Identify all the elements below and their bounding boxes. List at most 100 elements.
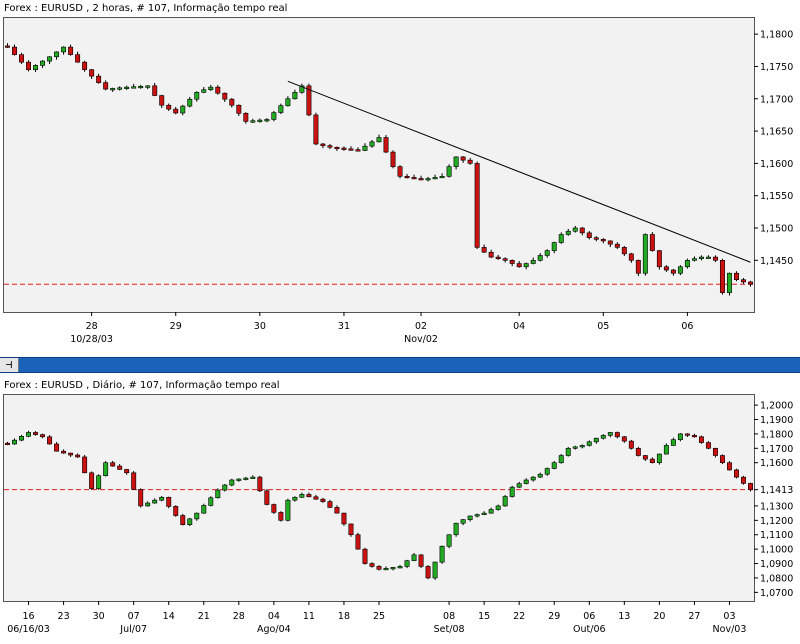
hourly-candle[interactable] — [446, 164, 452, 178]
hourly-candle[interactable] — [481, 244, 487, 253]
hourly-candle[interactable] — [236, 104, 242, 116]
hourly-candle[interactable] — [614, 242, 620, 249]
hourly-candle[interactable] — [362, 143, 368, 152]
pane-divider[interactable]: ⊣ — [0, 357, 800, 373]
hourly-candle[interactable] — [187, 96, 193, 108]
hourly-candle[interactable] — [726, 272, 732, 296]
hourly-candle[interactable] — [621, 246, 627, 257]
hourly-candle[interactable] — [565, 228, 571, 236]
hourly-candle[interactable] — [719, 258, 725, 295]
hourly-candle[interactable] — [488, 249, 494, 259]
hourly-candle[interactable] — [19, 52, 24, 64]
hourly-candle[interactable] — [544, 249, 550, 258]
hourly-candle[interactable] — [131, 83, 137, 89]
hourly-candle[interactable] — [327, 144, 333, 150]
hourly-candle[interactable] — [68, 44, 74, 56]
hourly-candle[interactable] — [222, 92, 228, 103]
hourly-candle[interactable] — [530, 257, 536, 265]
hourly-candle[interactable] — [551, 241, 557, 254]
hourly-candle[interactable] — [299, 83, 305, 94]
hourly-candle[interactable] — [348, 146, 354, 151]
hourly-candle[interactable] — [138, 84, 144, 89]
hourly-candle[interactable] — [103, 80, 109, 91]
hourly-candle[interactable] — [558, 232, 564, 244]
hourly-candle[interactable] — [285, 96, 291, 107]
hourly-candle[interactable] — [397, 165, 403, 179]
hourly-candle[interactable] — [75, 51, 81, 63]
hourly-candle[interactable] — [572, 225, 578, 233]
hourly-candlestick-chart[interactable]: 1,1800 1,1750 1,1700 1,1650 1,1600 1,1550 1,15… — [0, 0, 800, 357]
hourly-candle[interactable] — [271, 110, 277, 122]
hourly-candle[interactable] — [628, 252, 634, 263]
hourly-candle[interactable] — [670, 268, 676, 276]
hourly-candle[interactable] — [684, 258, 690, 269]
hourly-candle[interactable] — [334, 146, 340, 151]
hourly-candle[interactable] — [26, 60, 32, 72]
hourly-candle[interactable] — [264, 118, 270, 123]
hourly-candle[interactable] — [523, 262, 529, 270]
hourly-candle[interactable] — [474, 161, 480, 250]
hourly-candle[interactable] — [656, 249, 662, 270]
hourly-candle[interactable] — [705, 255, 711, 259]
hourly-candle[interactable] — [691, 256, 697, 262]
hourly-candle[interactable] — [250, 118, 256, 123]
hourly-candle[interactable] — [278, 103, 284, 115]
hourly-candle[interactable] — [460, 156, 466, 163]
hourly-candle[interactable] — [47, 56, 53, 65]
hourly-candle[interactable] — [712, 255, 718, 263]
hourly-candle[interactable] — [404, 173, 410, 179]
hourly-trendline[interactable] — [287, 80, 751, 263]
hourly-candle[interactable] — [124, 85, 130, 90]
hourly-candle[interactable] — [600, 238, 606, 244]
hourly-candle[interactable] — [663, 265, 669, 272]
hourly-candle[interactable] — [537, 253, 543, 262]
hourly-candle[interactable] — [586, 231, 592, 240]
hourly-candle[interactable] — [467, 158, 473, 165]
hourly-candle[interactable] — [432, 174, 438, 180]
hourly-candle[interactable] — [677, 265, 683, 276]
hourly-candle[interactable] — [145, 85, 151, 90]
hourly-candle[interactable] — [509, 259, 515, 267]
hourly-candle[interactable] — [159, 94, 165, 109]
hourly-candle[interactable] — [369, 139, 375, 148]
bottom-plot-area[interactable] — [3, 394, 755, 602]
hourly-candle[interactable] — [33, 64, 39, 73]
hourly-candle[interactable] — [173, 106, 179, 115]
hourly-candle[interactable] — [229, 97, 235, 108]
hourly-candle[interactable] — [418, 175, 424, 181]
hourly-candle[interactable] — [89, 68, 95, 79]
hourly-candle[interactable] — [54, 51, 60, 60]
hourly-candle[interactable] — [383, 135, 389, 154]
hourly-candle[interactable] — [579, 226, 585, 236]
hourly-candle[interactable] — [215, 85, 221, 95]
hourly-candle[interactable] — [194, 91, 200, 102]
hourly-candle[interactable] — [313, 112, 319, 146]
hourly-candle[interactable] — [61, 46, 67, 55]
hourly-candle[interactable] — [341, 146, 347, 151]
hourly-candle[interactable] — [82, 60, 88, 72]
hourly-candle[interactable] — [40, 60, 46, 68]
hourly-candle[interactable] — [208, 84, 214, 92]
hourly-candle[interactable] — [607, 240, 613, 248]
hourly-candle[interactable] — [698, 255, 704, 261]
hourly-candle[interactable] — [741, 278, 746, 284]
hourly-candle[interactable] — [642, 233, 648, 276]
hourly-candle[interactable] — [243, 112, 249, 124]
hourly-candle[interactable] — [166, 103, 172, 111]
hourly-candle[interactable] — [180, 104, 186, 116]
hourly-candle[interactable] — [390, 150, 396, 169]
hourly-candle[interactable] — [649, 232, 655, 252]
hourly-candle[interactable] — [292, 89, 298, 100]
hourly-candle[interactable] — [593, 236, 599, 242]
hourly-candle[interactable] — [453, 156, 459, 170]
hourly-candle[interactable] — [152, 82, 158, 97]
hourly-candle[interactable] — [96, 73, 102, 84]
hourly-candle[interactable] — [425, 176, 431, 182]
hourly-candle[interactable] — [110, 87, 116, 92]
hourly-candle[interactable] — [117, 86, 123, 91]
hourly-candle[interactable] — [411, 174, 417, 180]
hourly-candle[interactable] — [516, 261, 522, 268]
hourly-candle[interactable] — [748, 280, 753, 287]
hourly-candle[interactable] — [201, 87, 207, 94]
hourly-candle[interactable] — [635, 259, 641, 276]
